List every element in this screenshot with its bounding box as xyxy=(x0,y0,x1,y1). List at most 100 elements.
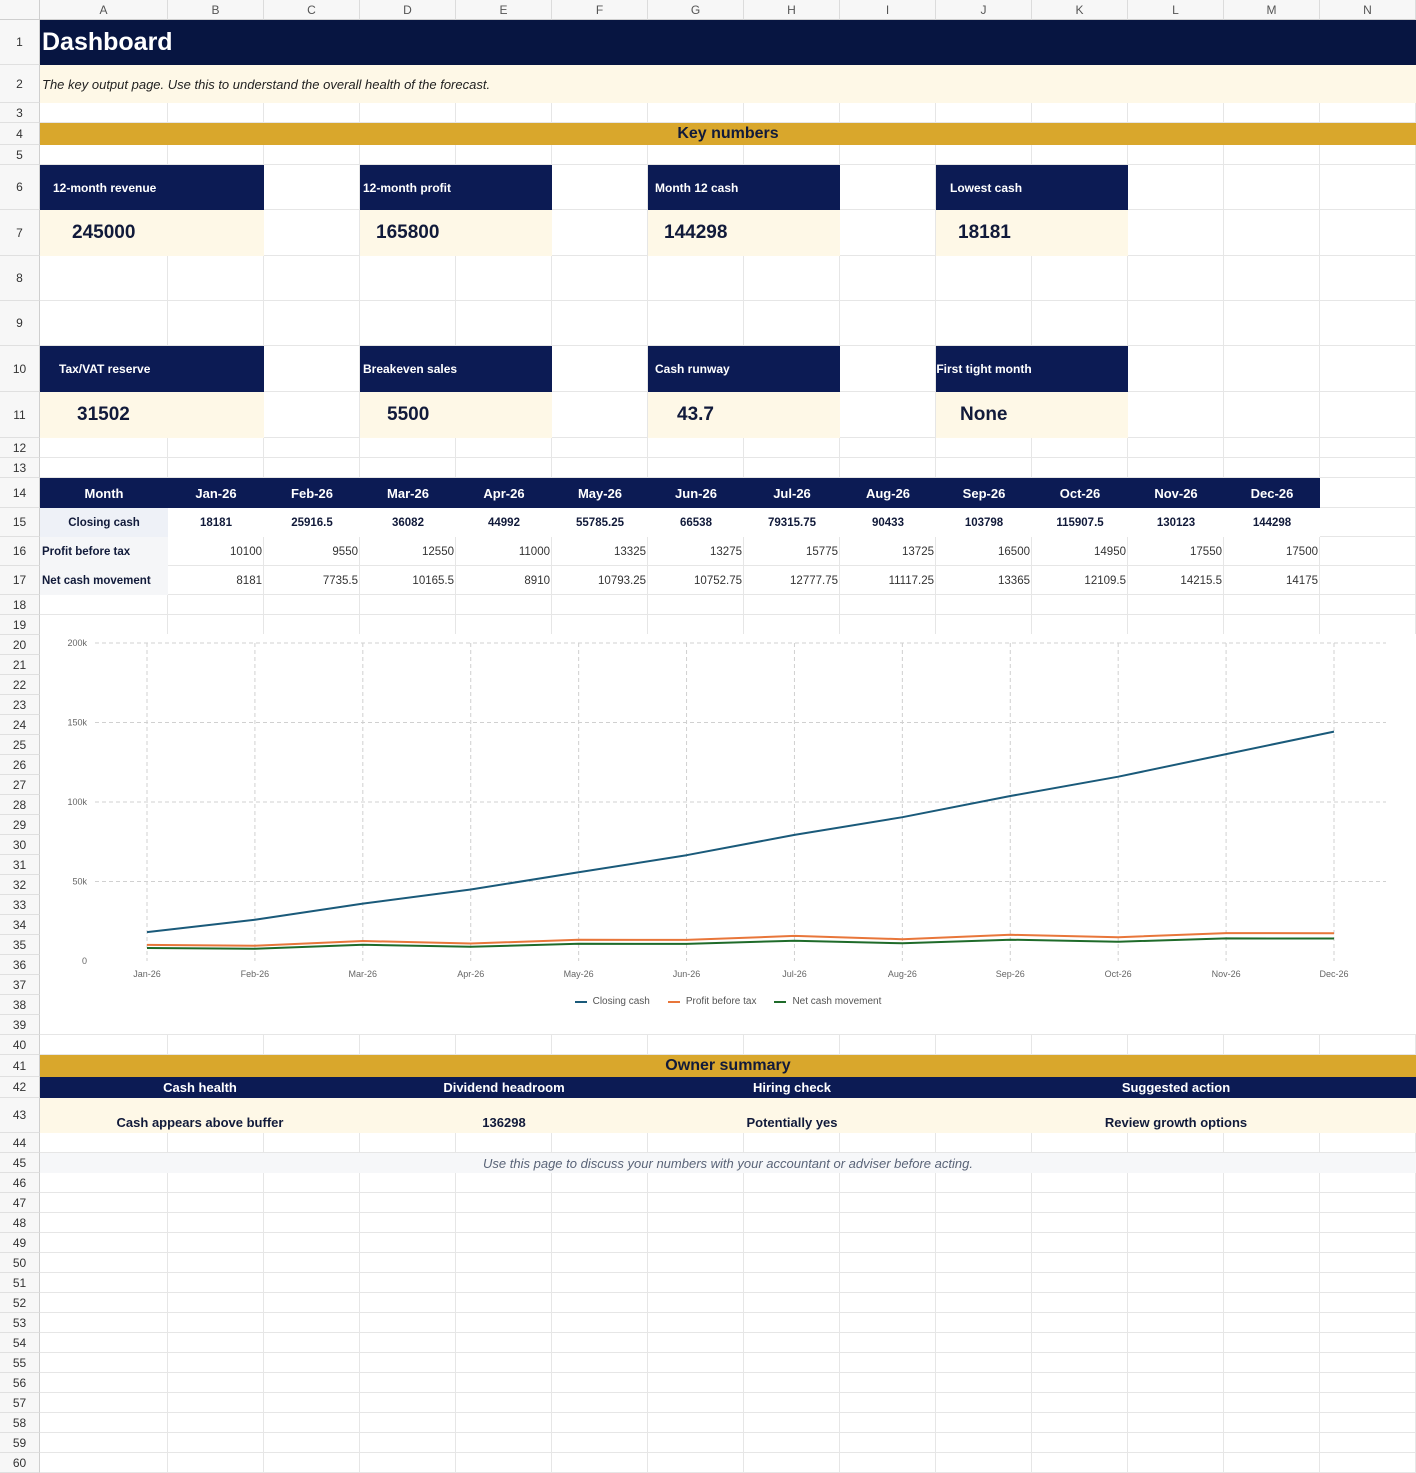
row-gridline xyxy=(40,1232,1416,1233)
table-cell: 13725 xyxy=(902,545,934,558)
owner-summary-label-cash-health: Cash health xyxy=(163,1080,237,1095)
row-header-58[interactable]: 58 xyxy=(0,1413,40,1433)
series-line-closing-cash xyxy=(146,730,1335,934)
row-header-32[interactable]: 32 xyxy=(0,875,40,895)
row-header-28[interactable]: 28 xyxy=(0,795,40,815)
row-header-21[interactable]: 21 xyxy=(0,655,40,675)
column-header-h[interactable]: H xyxy=(744,0,840,20)
row-header-48[interactable]: 48 xyxy=(0,1213,40,1233)
row-header-29[interactable]: 29 xyxy=(0,815,40,835)
row-header-30[interactable]: 30 xyxy=(0,835,40,855)
kpi-value-12-month-revenue: 245000 xyxy=(40,210,264,256)
legend-swatch xyxy=(574,1000,587,1003)
row-header-22[interactable]: 22 xyxy=(0,675,40,695)
y-tick-label: 50k xyxy=(72,877,87,887)
row-header-3[interactable]: 3 xyxy=(0,103,40,123)
row-header-16[interactable]: 16 xyxy=(0,537,40,566)
legend-item[interactable]: Closing cash xyxy=(574,996,650,1007)
row-header-38[interactable]: 38 xyxy=(0,995,40,1015)
row-header-42[interactable]: 42 xyxy=(0,1077,40,1098)
column-header-i[interactable]: I xyxy=(840,0,936,20)
row-header-7[interactable]: 7 xyxy=(0,210,40,256)
row-header-49[interactable]: 49 xyxy=(0,1233,40,1253)
row-header-57[interactable]: 57 xyxy=(0,1393,40,1413)
row-header-26[interactable]: 26 xyxy=(0,755,40,775)
column-header-a[interactable]: A xyxy=(40,0,168,20)
row-header-45[interactable]: 45 xyxy=(0,1153,40,1173)
row-header-46[interactable]: 46 xyxy=(0,1173,40,1193)
legend-label: Net cash movement xyxy=(792,996,882,1007)
select-all-corner[interactable] xyxy=(0,0,40,20)
row-header-14[interactable]: 14 xyxy=(0,478,40,508)
row-header-31[interactable]: 31 xyxy=(0,855,40,875)
row-header-27[interactable]: 27 xyxy=(0,775,40,795)
row-gridline xyxy=(40,1352,1416,1353)
row-header-15[interactable]: 15 xyxy=(0,508,40,537)
table-cell: 7735.5 xyxy=(322,574,358,587)
legend-item[interactable]: Net cash movement xyxy=(774,996,881,1007)
row-header-9[interactable]: 9 xyxy=(0,301,40,346)
table-cell: 8181 xyxy=(236,574,262,587)
row-header-11[interactable]: 11 xyxy=(0,392,40,438)
column-header-e[interactable]: E xyxy=(456,0,552,20)
column-header-b[interactable]: B xyxy=(168,0,264,20)
row-header-23[interactable]: 23 xyxy=(0,695,40,715)
column-header-l[interactable]: L xyxy=(1128,0,1224,20)
row-header-44[interactable]: 44 xyxy=(0,1133,40,1153)
row-header-8[interactable]: 8 xyxy=(0,256,40,301)
row-header-43[interactable]: 43 xyxy=(0,1098,40,1133)
column-header-f[interactable]: F xyxy=(552,0,648,20)
row-header-13[interactable]: 13 xyxy=(0,458,40,478)
row-header-19[interactable]: 19 xyxy=(0,615,40,635)
row-header-17[interactable]: 17 xyxy=(0,566,40,595)
row-header-24[interactable]: 24 xyxy=(0,715,40,735)
row-header-53[interactable]: 53 xyxy=(0,1313,40,1333)
row-header-18[interactable]: 18 xyxy=(0,595,40,615)
legend-item[interactable]: Profit before tax xyxy=(667,996,756,1007)
column-header-c[interactable]: C xyxy=(264,0,360,20)
row-header-12[interactable]: 12 xyxy=(0,438,40,458)
row-header-47[interactable]: 47 xyxy=(0,1193,40,1213)
owner-summary-heading: Owner summary xyxy=(40,1055,1416,1077)
column-header-g[interactable]: G xyxy=(648,0,744,20)
row-header-59[interactable]: 59 xyxy=(0,1433,40,1453)
owner-summary-note: Use this page to discuss your numbers wi… xyxy=(40,1153,1416,1173)
column-header-k[interactable]: K xyxy=(1032,0,1128,20)
row-header-33[interactable]: 33 xyxy=(0,895,40,915)
column-header-j[interactable]: J xyxy=(936,0,1032,20)
row-header-1[interactable]: 1 xyxy=(0,20,40,65)
table-cell: 17500 xyxy=(1286,545,1318,558)
row-gridline xyxy=(40,300,1416,301)
column-header-m[interactable]: M xyxy=(1224,0,1320,20)
row-header-37[interactable]: 37 xyxy=(0,975,40,995)
row-header-4[interactable]: 4 xyxy=(0,123,40,145)
table-cell: 18181 xyxy=(200,516,232,529)
column-header-n[interactable]: N xyxy=(1320,0,1416,20)
row-header-50[interactable]: 50 xyxy=(0,1253,40,1273)
row-gridline xyxy=(40,1412,1416,1413)
row-header-41[interactable]: 41 xyxy=(0,1055,40,1077)
table-header-nov-26: Nov-26 xyxy=(1154,485,1198,501)
row-header-2[interactable]: 2 xyxy=(0,65,40,103)
row-header-51[interactable]: 51 xyxy=(0,1273,40,1293)
row-header-10[interactable]: 10 xyxy=(0,346,40,392)
row-header-60[interactable]: 60 xyxy=(0,1453,40,1473)
x-tick-label: Oct-26 xyxy=(1105,969,1132,979)
row-header-56[interactable]: 56 xyxy=(0,1373,40,1393)
row-header-52[interactable]: 52 xyxy=(0,1293,40,1313)
row-header-55[interactable]: 55 xyxy=(0,1353,40,1373)
row-gridline xyxy=(40,457,1416,458)
row-header-40[interactable]: 40 xyxy=(0,1035,40,1055)
row-header-20[interactable]: 20 xyxy=(0,635,40,655)
row-header-39[interactable]: 39 xyxy=(0,1015,40,1035)
row-header-6[interactable]: 6 xyxy=(0,165,40,210)
table-row-label: Net cash movement xyxy=(40,566,168,595)
row-gridline xyxy=(40,1212,1416,1213)
row-header-25[interactable]: 25 xyxy=(0,735,40,755)
row-header-36[interactable]: 36 xyxy=(0,955,40,975)
row-header-35[interactable]: 35 xyxy=(0,935,40,955)
row-header-5[interactable]: 5 xyxy=(0,145,40,165)
row-header-34[interactable]: 34 xyxy=(0,915,40,935)
row-header-54[interactable]: 54 xyxy=(0,1333,40,1353)
column-header-d[interactable]: D xyxy=(360,0,456,20)
